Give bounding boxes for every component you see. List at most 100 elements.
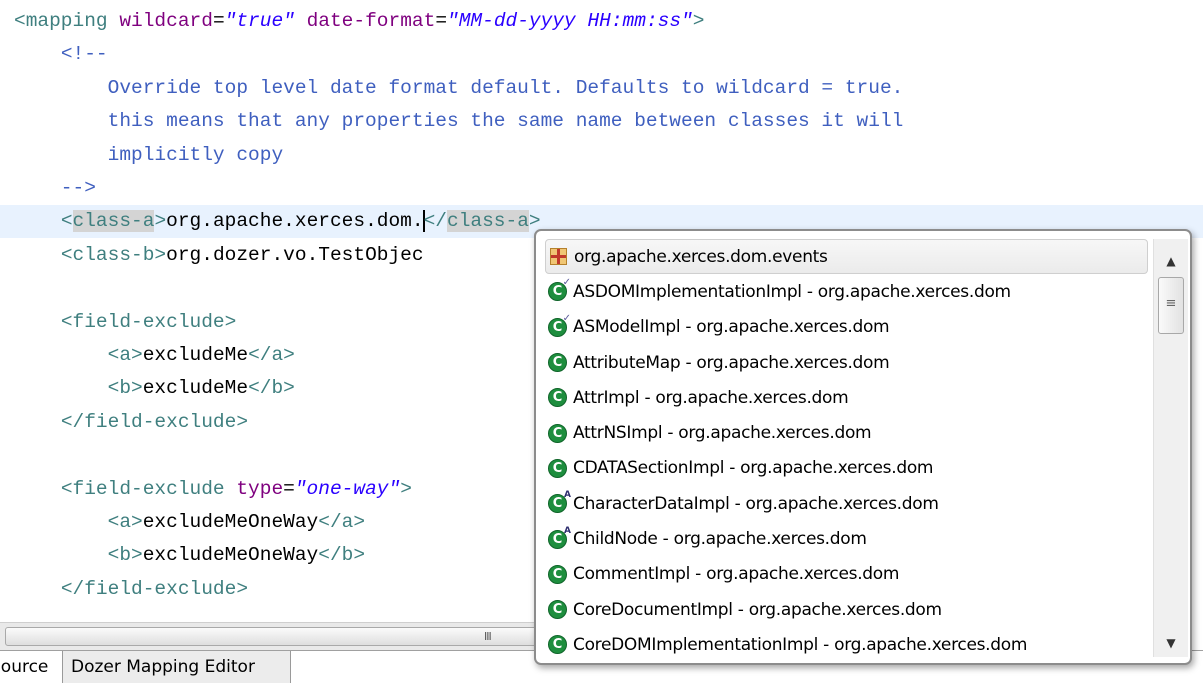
code-line[interactable]: this means that any properties the same … xyxy=(0,105,1203,138)
xml-tag: > xyxy=(154,210,167,233)
proposal-label: CommentImpl - org.apache.xerces.dom xyxy=(573,564,900,585)
horizontal-scrollbar[interactable]: III xyxy=(0,622,545,650)
class-icon: C xyxy=(548,599,569,620)
code-line[interactable]: Override top level date format default. … xyxy=(0,72,1203,105)
code-line[interactable]: implicitly copy xyxy=(0,139,1203,172)
code-text: excludeMe xyxy=(142,344,249,366)
code-text: = xyxy=(283,477,295,500)
proposal-label: ASDOMImplementationImpl - org.apache.xer… xyxy=(573,281,1011,302)
xml-tag: > xyxy=(400,477,412,500)
horizontal-scrollbar-thumb[interactable]: III xyxy=(5,627,541,646)
proposal-list-scrollbar[interactable]: ▲ ≡ ▼ xyxy=(1153,239,1188,657)
proposal-label: CoreDocumentImpl - org.apache.xerces.dom xyxy=(573,599,942,620)
class-glyph: C xyxy=(548,458,567,478)
xml-tag: <b> xyxy=(107,377,143,400)
code-text: = xyxy=(212,10,225,32)
xml-tag: </ xyxy=(423,210,447,233)
proposal-item[interactable]: C A ChildNode - org.apache.xerces.dom xyxy=(548,521,1148,556)
proposal-item[interactable]: C AttributeMap - org.apache.xerces.dom xyxy=(548,345,1148,380)
code-text: org.apache.xerces.dom. xyxy=(166,210,424,233)
xml-tag: <a> xyxy=(107,511,143,533)
proposal-item[interactable]: org.apache.xerces.dom.events xyxy=(545,239,1148,275)
class-icon: C ✓ xyxy=(548,312,571,338)
class-icon: C xyxy=(548,423,569,444)
proposal-label: CoreDOMImplementationImpl - org.apache.x… xyxy=(573,634,1028,655)
class-glyph: C xyxy=(548,353,567,373)
class-glyph: C xyxy=(548,564,567,584)
proposal-item[interactable]: C A CharacterDataImpl - org.apache.xerces.… xyxy=(548,486,1148,521)
proposal-item[interactable]: C CoreDocumentImpl - org.apache.xerces.do… xyxy=(548,592,1148,627)
proposal-scrollbar-thumb[interactable]: ≡ xyxy=(1158,277,1184,334)
scrollbar-grip-icon: III xyxy=(484,630,492,643)
xml-tag: <field-exclude> xyxy=(60,310,237,333)
class-glyph: C xyxy=(548,388,567,408)
xml-tag: > xyxy=(692,10,705,32)
xml-tag: <a> xyxy=(107,344,143,366)
proposal-label: ChildNode - org.apache.xerces.dom xyxy=(573,529,867,550)
code-text: excludeMeOneWay xyxy=(142,544,319,567)
code-text: excludeMeOneWay xyxy=(142,511,319,533)
xml-attribute: date-format xyxy=(306,10,436,32)
proposal-item[interactable]: C ✓ ASModelImpl - org.apache.xerces.dom xyxy=(548,310,1148,345)
proposal-item[interactable]: C CDATASectionImpl - org.apache.xerces.do… xyxy=(548,451,1148,486)
tab-source[interactable]: Source xyxy=(0,651,61,683)
class-icon: C xyxy=(548,387,569,408)
class-icon: C xyxy=(548,458,569,479)
class-glyph: C xyxy=(548,635,567,655)
proposal-label: AttributeMap - org.apache.xerces.dom xyxy=(573,352,890,373)
proposal-item[interactable]: C AttrNSImpl - org.apache.xerces.dom xyxy=(548,415,1148,450)
highlighted-tag-name: class-a xyxy=(447,210,529,233)
xml-comment: Override top level date format default. … xyxy=(14,76,904,99)
code-text: org.dozer.vo.TestObjec xyxy=(166,243,424,266)
xml-tag: <b> xyxy=(107,544,143,567)
proposal-label: ASModelImpl - org.apache.xerces.dom xyxy=(573,317,890,338)
package-icon xyxy=(549,246,570,267)
xml-tag: < xyxy=(60,210,73,233)
xml-attribute: wildcard xyxy=(119,10,213,32)
xml-comment: this means that any properties the same … xyxy=(14,110,904,133)
scroll-down-arrow-icon[interactable]: ▼ xyxy=(1154,629,1188,657)
proposal-item[interactable]: C AttrImpl - org.apache.xerces.dom xyxy=(548,380,1148,415)
class-icon: CA xyxy=(548,526,571,550)
package-shape xyxy=(550,248,567,266)
proposal-label: org.apache.xerces.dom.events xyxy=(574,246,828,267)
code-line[interactable]: <mapping wildcard="true" date-format="MM… xyxy=(0,5,1203,38)
xml-comment: implicitly copy xyxy=(14,143,284,166)
code-line[interactable]: <!-- xyxy=(0,38,1203,71)
class-icon: C xyxy=(548,564,569,585)
class-icon: C xyxy=(548,352,569,373)
xml-comment: <!-- xyxy=(60,43,108,66)
class-icon: C ✓ xyxy=(548,278,571,302)
proposal-label: CharacterDataImpl - org.apache.xerces.do… xyxy=(573,493,939,514)
xml-comment: --> xyxy=(14,177,96,199)
proposal-item[interactable]: C CommentImpl - org.apache.xerces.dom xyxy=(548,557,1148,592)
xml-attribute-value: "one-way" xyxy=(294,477,401,500)
xml-attribute-value: "MM-dd-yyyy HH:mm:ss" xyxy=(447,10,693,32)
class-icon: CA xyxy=(548,490,571,514)
code-line[interactable]: --> xyxy=(0,172,1203,205)
proposal-item[interactable]: C CoreDOMImplementationImpl - org.apache.… xyxy=(548,627,1148,662)
code-text: excludeMe xyxy=(142,377,249,400)
tab-dozer-mapping-editor[interactable]: Dozer Mapping Editor xyxy=(62,651,291,683)
xml-tag: </a> xyxy=(318,511,366,533)
proposal-label: CDATASectionImpl - org.apache.xerces.dom xyxy=(573,458,934,479)
proposal-item[interactable]: C ✓ ASDOMImplementationImpl - org.apache.x… xyxy=(548,274,1148,309)
scroll-up-arrow-icon[interactable]: ▲ xyxy=(1154,247,1188,275)
deprecated-badge-icon: ✓ xyxy=(562,312,571,324)
proposal-label: AttrImpl - org.apache.xerces.dom xyxy=(573,387,849,408)
code-text: = xyxy=(435,10,448,32)
class-glyph: C xyxy=(548,600,567,620)
xml-attribute-value: "true" xyxy=(224,10,295,32)
highlighted-tag-name: class-a xyxy=(72,210,155,233)
